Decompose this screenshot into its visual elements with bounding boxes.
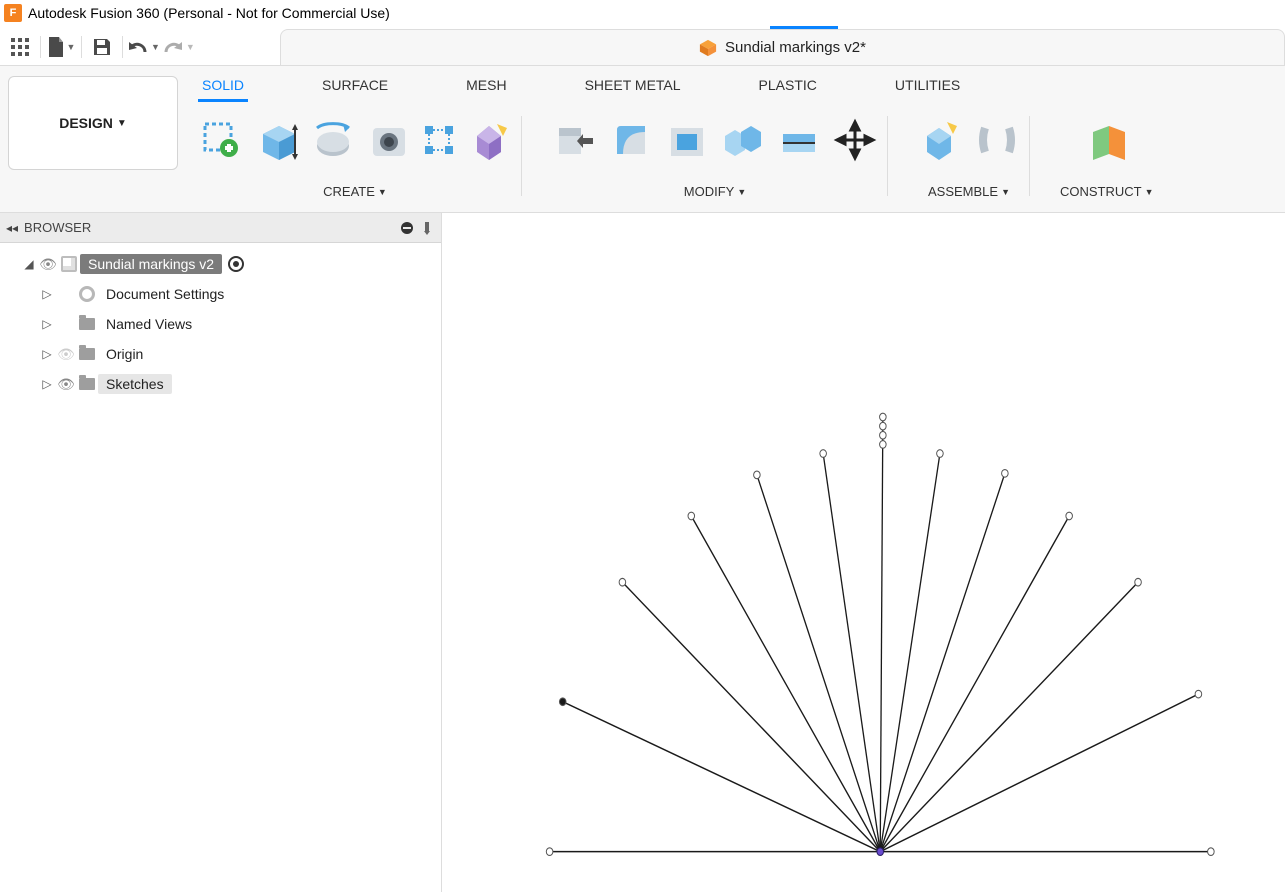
revolve-button[interactable] <box>310 117 356 163</box>
qat-separator <box>40 36 41 58</box>
caret-down-icon: ▼ <box>67 42 76 52</box>
ribbon-group-label-modify[interactable]: MODIFY ▼ <box>684 184 746 199</box>
qat-strip: ▼ ▼ ▼ Sundial markings v2* <box>0 29 1285 65</box>
ribbon-group-construct: CONSTRUCT ▼ <box>1030 110 1164 210</box>
ribbon-tab-surface[interactable]: SURFACE <box>318 71 392 102</box>
visibility-icon[interactable]: 👁 <box>38 256 58 273</box>
browser-panel: ◂◂ BROWSER ◢ 👁 Sundial markings v2 ▷ Doc… <box>0 213 442 892</box>
press-pull-button[interactable] <box>552 117 598 163</box>
tree-node-document-settings[interactable]: ▷ Document Settings <box>0 279 441 309</box>
caret-down-icon: ▼ <box>1145 187 1154 197</box>
document-title: Sundial markings v2* <box>725 39 866 56</box>
active-component-indicator[interactable] <box>228 256 244 272</box>
caret-down-icon: ▼ <box>117 118 127 129</box>
ribbon-main: SOLID SURFACE MESH SHEET METAL PLASTIC U… <box>178 66 1285 212</box>
save-button[interactable] <box>86 32 118 62</box>
component-cube-icon <box>699 39 717 57</box>
workspace-switcher[interactable]: DESIGN ▼ <box>8 76 178 170</box>
window-title: Autodesk Fusion 360 (Personal - Not for … <box>28 5 390 21</box>
file-menu-button[interactable]: ▼ <box>45 32 77 62</box>
collapse-triangle-icon[interactable]: ◢ <box>22 257 36 271</box>
ribbon-tab-sheet-metal[interactable]: SHEET METAL <box>581 71 685 102</box>
tree-node-label: Document Settings <box>98 284 232 304</box>
minimize-icon[interactable] <box>399 220 415 236</box>
collapse-icon: ◂◂ <box>6 221 18 235</box>
expand-triangle-icon[interactable]: ▷ <box>40 287 54 301</box>
tree-node-named-views[interactable]: ▷ Named Views <box>0 309 441 339</box>
fillet-button[interactable] <box>608 117 654 163</box>
tree-root[interactable]: ◢ 👁 Sundial markings v2 <box>0 249 441 279</box>
ribbon-groups: CREATE ▼ MODIFY ▼ <box>178 102 1285 212</box>
qat-separator <box>122 36 123 58</box>
visibility-hidden-icon[interactable]: 👁 <box>56 346 76 363</box>
undo-button[interactable]: ▼ <box>127 32 160 62</box>
ribbon-tab-utilities[interactable]: UTILITIES <box>891 71 964 102</box>
visibility-icon[interactable]: 👁 <box>56 376 76 393</box>
caret-down-icon: ▼ <box>737 187 746 197</box>
tree-node-origin[interactable]: ▷ 👁 Origin <box>0 339 441 369</box>
sketch-svg <box>442 213 1285 892</box>
shell-button[interactable] <box>664 117 710 163</box>
move-button[interactable] <box>832 117 878 163</box>
browser-header[interactable]: ◂◂ BROWSER <box>0 213 441 243</box>
canvas[interactable] <box>442 213 1285 892</box>
ribbon-group-create: CREATE ▼ <box>178 110 522 210</box>
document-tab[interactable]: Sundial markings v2* <box>280 29 1285 65</box>
browser-title: BROWSER <box>24 220 91 235</box>
combine-button[interactable] <box>720 117 766 163</box>
pin-icon[interactable] <box>419 220 435 236</box>
pattern-button[interactable] <box>422 123 456 157</box>
form-button[interactable] <box>466 117 512 163</box>
expand-triangle-icon[interactable]: ▷ <box>40 347 54 361</box>
create-sketch-button[interactable] <box>198 117 244 163</box>
joint-button[interactable] <box>974 117 1020 163</box>
hole-button[interactable] <box>366 117 412 163</box>
caret-down-icon: ▼ <box>186 42 195 52</box>
workspace-label: DESIGN <box>59 115 113 131</box>
work-area: ◂◂ BROWSER ◢ 👁 Sundial markings v2 ▷ Doc… <box>0 213 1285 892</box>
folder-icon <box>76 348 98 360</box>
titlebar: F Autodesk Fusion 360 (Personal - Not fo… <box>0 0 1285 26</box>
expand-triangle-icon[interactable]: ▷ <box>40 377 54 391</box>
ribbon-group-modify: MODIFY ▼ <box>522 110 888 210</box>
caret-down-icon: ▼ <box>378 187 387 197</box>
tree-node-label: Named Views <box>98 314 200 334</box>
app-icon-letter: F <box>10 7 17 19</box>
gear-icon <box>76 286 98 302</box>
ribbon-tabs: SOLID SURFACE MESH SHEET METAL PLASTIC U… <box>178 66 1285 102</box>
tree-node-sketches[interactable]: ▷ 👁 Sketches <box>0 369 441 399</box>
tree-node-label: Origin <box>98 344 151 364</box>
ribbon-group-label-create[interactable]: CREATE ▼ <box>323 184 387 199</box>
redo-button[interactable]: ▼ <box>162 32 195 62</box>
ribbon-tab-plastic[interactable]: PLASTIC <box>755 71 821 102</box>
folder-icon <box>76 318 98 330</box>
ribbon-group-label-construct[interactable]: CONSTRUCT ▼ <box>1060 184 1154 199</box>
app-icon: F <box>4 4 22 22</box>
ribbon-tab-solid[interactable]: SOLID <box>198 71 248 102</box>
component-icon <box>58 256 80 272</box>
ribbon: DESIGN ▼ SOLID SURFACE MESH SHEET METAL … <box>0 65 1285 213</box>
ribbon-tab-mesh[interactable]: MESH <box>462 71 510 102</box>
ribbon-group-assemble: ASSEMBLE ▼ <box>888 110 1030 210</box>
caret-down-icon: ▼ <box>151 42 160 52</box>
grid-menu-button[interactable] <box>4 32 36 62</box>
browser-tree: ◢ 👁 Sundial markings v2 ▷ Document Setti… <box>0 243 441 405</box>
tree-root-label: Sundial markings v2 <box>80 254 222 274</box>
tree-node-label: Sketches <box>98 374 172 394</box>
extrude-button[interactable] <box>254 117 300 163</box>
expand-triangle-icon[interactable]: ▷ <box>40 317 54 331</box>
caret-down-icon: ▼ <box>1001 187 1010 197</box>
qat-separator <box>81 36 82 58</box>
folder-icon <box>76 378 98 390</box>
ribbon-group-label-assemble[interactable]: ASSEMBLE ▼ <box>928 184 1010 199</box>
split-button[interactable] <box>776 117 822 163</box>
new-component-button[interactable] <box>918 117 964 163</box>
construct-plane-button[interactable] <box>1084 117 1130 163</box>
